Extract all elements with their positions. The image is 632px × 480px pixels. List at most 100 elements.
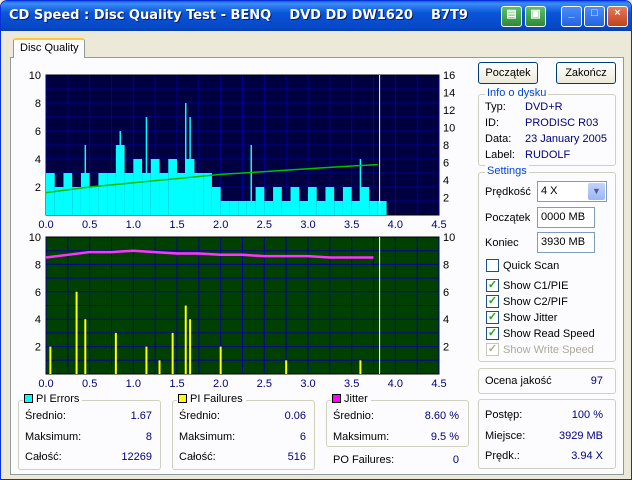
maximize-button[interactable]: □ (584, 6, 605, 27)
y-tick-label-right: 4 (443, 314, 449, 326)
pi-errors-title: PI Errors (36, 393, 80, 405)
show-c2-pif-checkbox[interactable]: ✓ Show C2/PIF (486, 295, 568, 308)
x-tick-label: 3.0 (300, 378, 315, 390)
position-value: 3929 MB (558, 430, 603, 442)
data-bar (290, 187, 300, 215)
checkmark-icon[interactable]: ✓ (486, 311, 499, 324)
show-write-speed-checkbox: ✓ Show Write Speed (486, 343, 594, 356)
disc-date-label: Data: (485, 133, 512, 145)
jitter-title: Jitter (344, 393, 368, 405)
checkmark-icon[interactable]: ✓ (486, 327, 499, 340)
start-button[interactable]: Początek (478, 62, 538, 84)
data-bar (299, 201, 308, 215)
x-tick-label: 1.0 (126, 378, 141, 390)
y-tick-label-right: 2 (443, 193, 449, 205)
disc-id-value: PRODISC R03 (525, 117, 599, 129)
show-jitter-label: Show Jitter (503, 311, 558, 324)
data-bar (342, 187, 352, 215)
y-tick-label-right: 14 (443, 88, 455, 100)
data-bar (107, 173, 116, 215)
x-tick-label: 3.5 (344, 378, 359, 390)
pi-failures-jitter-chart: 0.0 0.5 1.0 1.5 2.0 2.5 3.0 3.5 4.0 4.5 2 4 6 8 10 2 4 6 8… (29, 232, 456, 390)
chevron-down-icon[interactable]: ▼ (588, 183, 605, 200)
speed-readout-value: 3.94 X (571, 450, 603, 462)
data-bar (220, 201, 230, 215)
data-bar (334, 201, 343, 215)
checkmark-icon: ✓ (486, 343, 499, 356)
show-read-speed-label: Show Read Speed (503, 327, 595, 340)
x-tick-label: 2.5 (257, 378, 272, 390)
y-tick-label-right: 12 (443, 105, 455, 117)
data-bar (89, 187, 99, 215)
speed-value: 4 X (541, 185, 558, 197)
disc-info-title: Info o dysku (485, 87, 549, 99)
jitter-max-value: 9.5 % (430, 431, 459, 443)
x-tick-label: 2.0 (213, 378, 228, 390)
x-tick-label: 1.5 (169, 378, 184, 390)
window-title: CD Speed : Disc Quality Test - BENQ DVD … (9, 8, 468, 23)
data-bar (308, 187, 317, 215)
x-tick-label: 0.0 (38, 378, 53, 390)
tab-disc-quality[interactable]: Disc Quality (13, 38, 85, 58)
show-write-speed-label: Show Write Speed (503, 343, 594, 356)
data-bar (273, 187, 282, 215)
y-tick-label-right: 6 (443, 158, 449, 170)
y-tick-label-right: 8 (443, 259, 449, 271)
y-tick-label-left: 4 (35, 314, 41, 326)
copy-icon[interactable]: ▤ (501, 6, 522, 27)
pi-failures-total-value: 516 (287, 451, 306, 463)
checkmark-icon[interactable]: ✓ (486, 295, 499, 308)
save-icon[interactable]: ▣ (525, 6, 546, 27)
start-position-input[interactable]: 0000 MB (537, 207, 595, 228)
data-bar (238, 201, 247, 215)
data-bar (316, 201, 326, 215)
disc-date-value: 23 January 2005 (525, 133, 607, 145)
y-tick-label-right: 16 (443, 70, 455, 82)
stop-button[interactable]: Zakończ (556, 62, 616, 84)
app-window: CD Speed : Disc Quality Test - BENQ DVD … (0, 0, 632, 480)
quick-scan-checkbox[interactable]: Quick Scan (486, 259, 559, 272)
y-tick-label-left: 6 (35, 287, 41, 299)
disc-id-label: ID: (485, 117, 500, 129)
show-c1-pie-checkbox[interactable]: ✓ Show C1/PIE (486, 279, 568, 292)
pi-errors-swatch (24, 394, 33, 403)
pi-failures-legend: PI Failures (177, 393, 246, 405)
speed-select[interactable]: 4 X ▼ (537, 181, 607, 202)
data-bar (351, 201, 361, 215)
show-read-speed-checkbox[interactable]: ✓ Show Read Speed (486, 327, 595, 340)
jitter-avg-value: 8.60 % (424, 410, 459, 422)
show-jitter-checkbox[interactable]: ✓ Show Jitter (486, 311, 557, 324)
data-bar (133, 159, 143, 215)
title-bar[interactable]: CD Speed : Disc Quality Test - BENQ DVD … (1, 1, 631, 31)
x-tick-label: 0.5 (82, 378, 97, 390)
minimize-button[interactable]: _ (561, 6, 582, 27)
data-bar (369, 201, 378, 215)
pi-errors-avg-value: 1.67 (130, 410, 152, 422)
quality-score-label: Ocena jakość (485, 375, 552, 387)
data-bar (168, 159, 177, 215)
disc-label-value: RUDOLF (525, 149, 571, 161)
y-tick-label-left: 2 (35, 182, 41, 194)
data-bar (360, 187, 370, 215)
settings-title: Settings (485, 165, 529, 177)
pi-errors-avg-label: Średnio: (25, 410, 66, 422)
checkbox-box[interactable] (486, 259, 499, 272)
disc-type-value: DVD+R (525, 101, 563, 113)
checkmark-icon[interactable]: ✓ (486, 279, 499, 292)
end-position-input[interactable]: 3930 MB (537, 232, 595, 253)
quick-scan-label: Quick Scan (503, 259, 560, 272)
y-tick-label-right: 8 (443, 140, 449, 152)
close-button[interactable]: × (607, 6, 628, 27)
y-tick-label-left: 8 (35, 98, 41, 110)
pi-failures-max-label: Maksimum: (179, 431, 236, 443)
y-tick-label-left: 6 (35, 126, 41, 138)
quality-score-value: 97 (590, 375, 603, 387)
end-position-label: Koniec (485, 237, 519, 249)
x-tick-label: 4.0 (388, 378, 403, 390)
y-tick-label-left: 8 (35, 259, 41, 271)
start-position-label: Początek (485, 212, 531, 224)
pi-failures-title: PI Failures (190, 393, 243, 405)
pi-errors-legend: PI Errors (23, 393, 83, 405)
data-bar (98, 173, 108, 215)
jitter-swatch (332, 394, 341, 403)
